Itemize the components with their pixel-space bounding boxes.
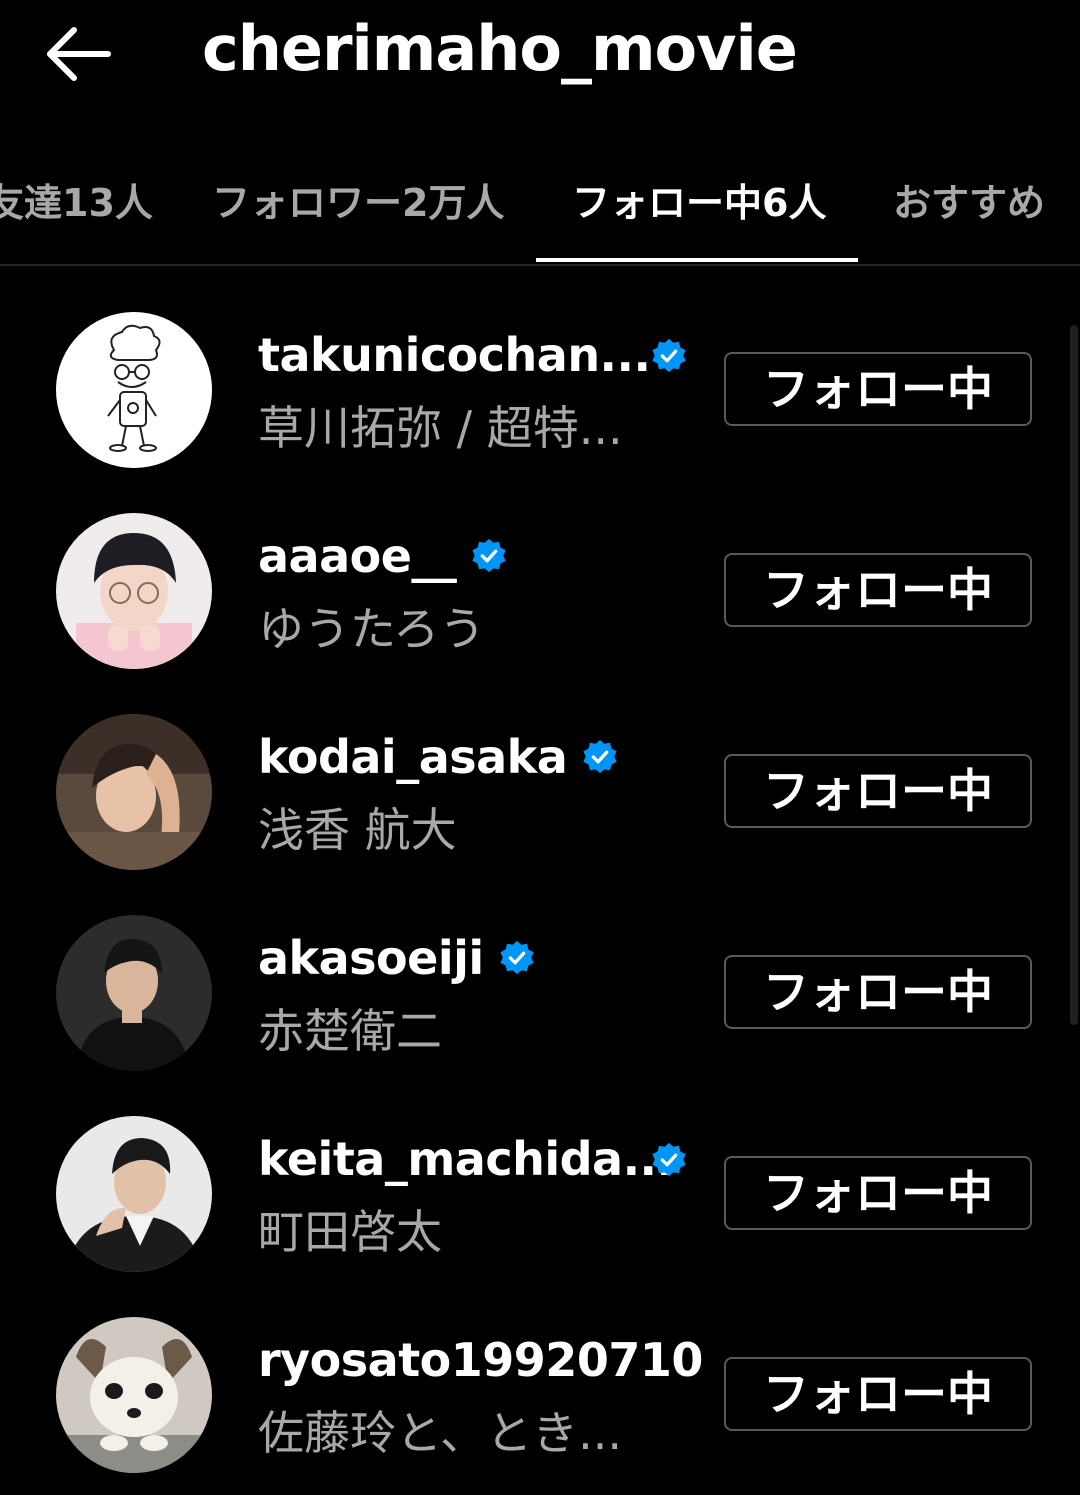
tab-suggested[interactable]: おすすめ: [893, 172, 1045, 227]
username-line: takunicochan...: [258, 328, 698, 384]
list-item[interactable]: akasoeiji 赤楚衛二 フォロー中: [0, 893, 1080, 1093]
username-line: ryosato19920710: [258, 1333, 703, 1389]
verified-badge-icon: [581, 738, 619, 776]
top-app-bar: cherimaho_movie: [0, 0, 1080, 110]
full-name: 赤楚衛二: [258, 1004, 442, 1058]
list-item[interactable]: kodai_asaka 浅香 航大 フォロー中: [0, 692, 1080, 892]
username[interactable]: akasoeiji: [258, 931, 484, 985]
following-button[interactable]: フォロー中: [724, 1156, 1032, 1230]
avatar[interactable]: [56, 1116, 212, 1272]
full-name: 佐藤玲と、とき...: [258, 1406, 623, 1460]
tab-following[interactable]: フォロー中6人: [572, 172, 826, 227]
avatar[interactable]: [56, 1317, 212, 1473]
following-button[interactable]: フォロー中: [724, 553, 1032, 627]
full-name: 町田啓太: [258, 1205, 442, 1259]
verified-badge-icon: [650, 337, 688, 375]
full-name: 草川拓弥 / 超特...: [258, 401, 623, 455]
avatar[interactable]: [56, 312, 212, 468]
tab-friends[interactable]: 友達13人: [0, 172, 153, 227]
following-button[interactable]: フォロー中: [724, 352, 1032, 426]
full-name: ゆうたろう: [258, 602, 486, 656]
follow-tabs: 友達13人 フォロワー2万人 フォロー中6人 おすすめ: [0, 140, 1080, 266]
username[interactable]: kodai_asaka: [258, 730, 568, 784]
username-line: akasoeiji: [258, 931, 698, 987]
username-line: keita_machida...: [258, 1132, 698, 1188]
username[interactable]: takunicochan...: [258, 328, 651, 382]
following-button[interactable]: フォロー中: [724, 955, 1032, 1029]
list-item[interactable]: takunicochan... 草川拓弥 / 超特... フォロー中: [0, 290, 1080, 490]
username-line: kodai_asaka: [258, 730, 698, 786]
avatar[interactable]: [56, 714, 212, 870]
list-item[interactable]: keita_machida... 町田啓太 フォロー中: [0, 1094, 1080, 1294]
verified-badge-icon: [650, 1141, 688, 1179]
active-tab-indicator: [536, 258, 858, 262]
username[interactable]: aaaoe__: [258, 529, 457, 583]
username[interactable]: keita_machida...: [258, 1132, 674, 1186]
username[interactable]: ryosato19920710: [258, 1333, 703, 1387]
tab-followers[interactable]: フォロワー2万人: [212, 172, 504, 227]
back-arrow-icon[interactable]: [40, 22, 116, 86]
following-button[interactable]: フォロー中: [724, 754, 1032, 828]
profile-username-title: cherimaho_movie: [202, 12, 798, 85]
scrollbar[interactable]: [1070, 325, 1078, 1025]
verified-badge-icon: [470, 537, 508, 575]
avatar[interactable]: [56, 513, 212, 669]
list-item[interactable]: aaaoe__ ゆうたろう フォロー中: [0, 491, 1080, 691]
list-item[interactable]: ryosato19920710 佐藤玲と、とき... フォロー中: [0, 1295, 1080, 1495]
full-name: 浅香 航大: [258, 803, 457, 857]
username-line: aaaoe__: [258, 529, 698, 585]
following-button[interactable]: フォロー中: [724, 1357, 1032, 1431]
avatar[interactable]: [56, 915, 212, 1071]
verified-badge-icon: [498, 939, 536, 977]
